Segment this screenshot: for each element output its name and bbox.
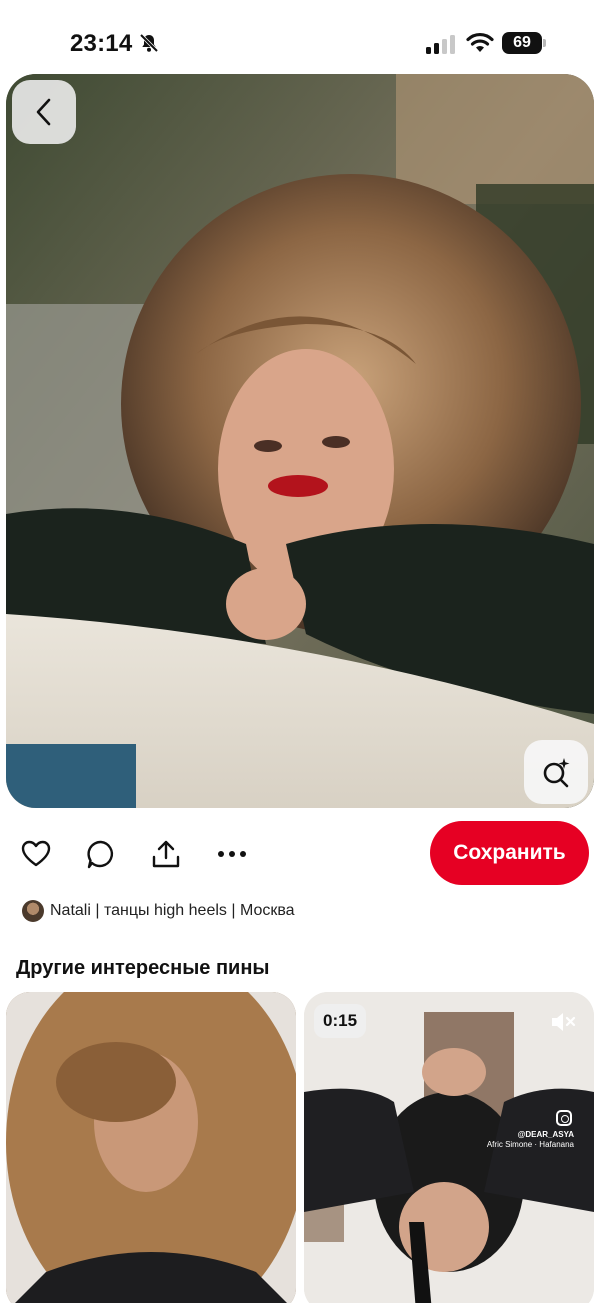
- muted-speaker-icon[interactable]: [550, 1010, 578, 1034]
- comment-icon[interactable]: [85, 838, 117, 870]
- wifi-icon: [465, 32, 495, 54]
- battery-level: 69: [502, 32, 542, 54]
- visual-search-button[interactable]: [524, 740, 588, 804]
- pin-image[interactable]: [6, 74, 594, 808]
- back-button[interactable]: [12, 80, 76, 144]
- author-link[interactable]: Natali | танцы high heels | Москва: [22, 898, 295, 924]
- video-pin-card[interactable]: 0:15 @DEAR_ASYA Afric Simone · Hafanana: [304, 992, 594, 1303]
- heart-icon[interactable]: [20, 838, 52, 870]
- visual-search-icon: [543, 758, 570, 788]
- signal-icon: [426, 34, 456, 54]
- battery-icon: 69: [502, 32, 546, 54]
- status-bar: 23:14 69: [0, 0, 600, 72]
- chevron-left-icon: [36, 98, 51, 126]
- save-button[interactable]: Сохранить: [430, 821, 589, 885]
- avatar: [22, 900, 44, 922]
- more-icon[interactable]: [216, 838, 248, 870]
- status-time: 23:14: [70, 30, 133, 57]
- watermark-credit: Afric Simone · Hafanana: [486, 1140, 574, 1149]
- author-name: Natali | танцы high heels | Москва: [50, 902, 295, 919]
- pin-actions: Сохранить: [0, 818, 600, 888]
- instagram-icon: [556, 1110, 572, 1126]
- video-duration: 0:15: [314, 1004, 367, 1038]
- bell-slash-icon: [138, 32, 160, 54]
- battery-cap: [543, 39, 546, 47]
- section-title: Другие интересные пины: [16, 957, 270, 979]
- share-icon[interactable]: [150, 838, 182, 870]
- video-watermark: @DEAR_ASYA Afric Simone · Hafanana: [487, 1130, 574, 1150]
- watermark-handle: @DEAR_ASYA: [517, 1130, 574, 1139]
- pin-card[interactable]: [6, 992, 296, 1303]
